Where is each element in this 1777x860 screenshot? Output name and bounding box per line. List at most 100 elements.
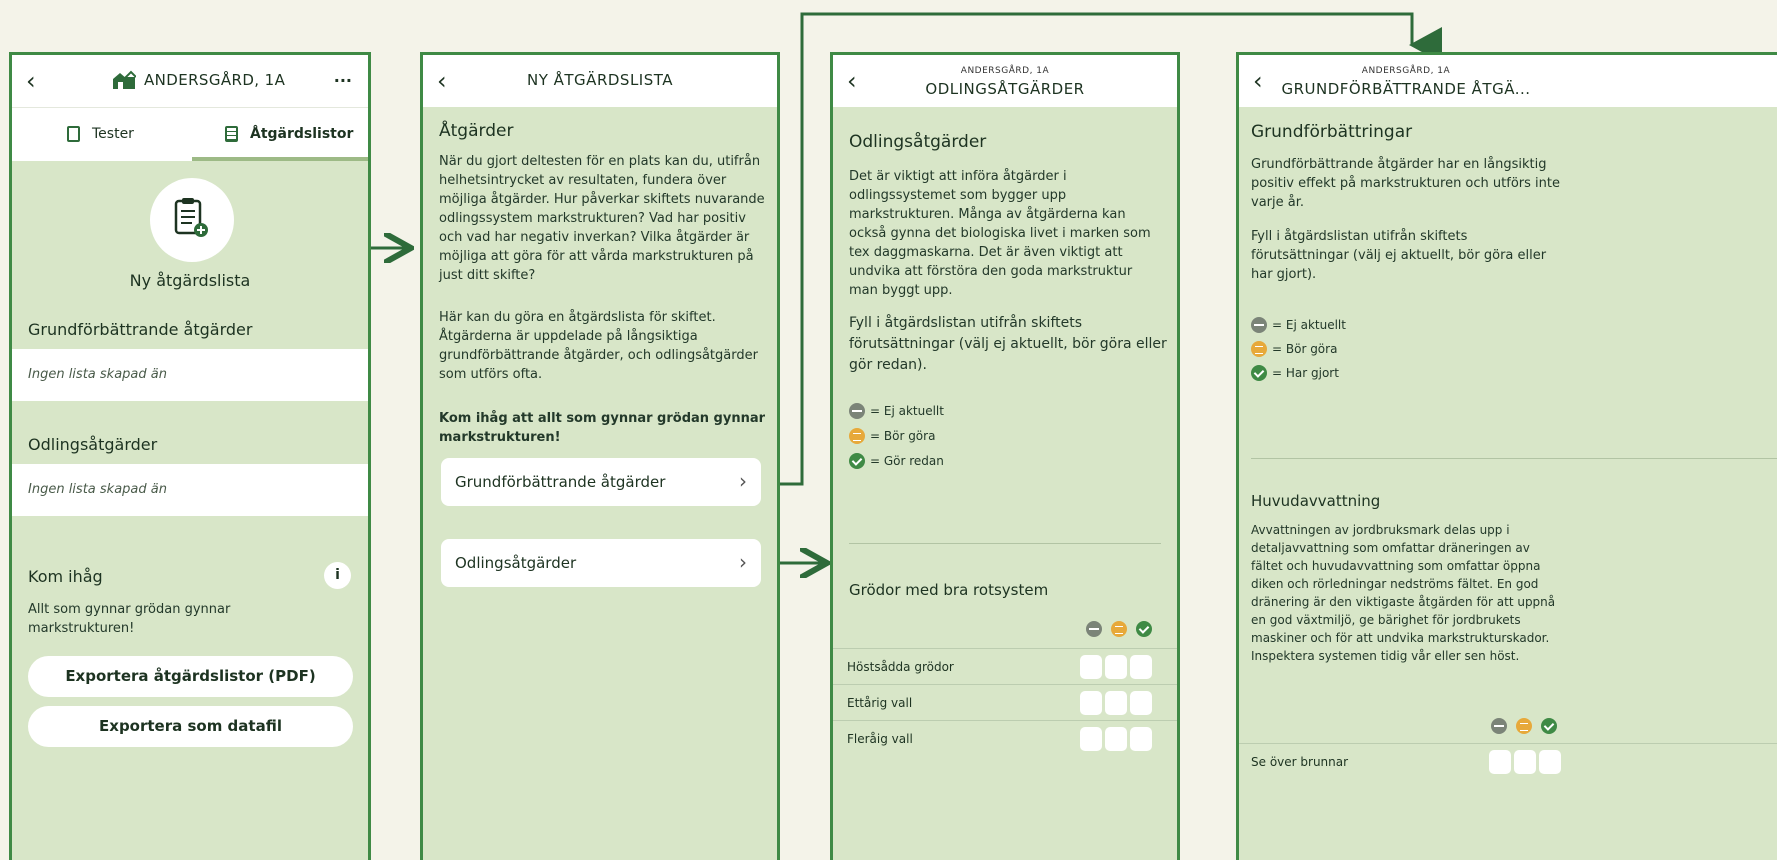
option-box[interactable]: [1105, 691, 1127, 715]
info-paragraph: Här kan du göra en åtgärdslista för skif…: [439, 308, 758, 384]
text-line: odlingssystemet som bygger upp: [849, 188, 1067, 203]
text-line: Grundförbättrande åtgärder har en långsi…: [1251, 157, 1547, 172]
option-box[interactable]: [1514, 750, 1536, 774]
tab-atgardslistor-label: Åtgärdslistor: [250, 126, 354, 142]
remember-text-1: Allt som gynnar grödan gynnar: [28, 602, 231, 617]
heading: Åtgärder: [439, 121, 514, 141]
legend-label: = Bör göra: [1272, 342, 1338, 356]
page-title: GRUNDFÖRBÄTTRANDE ÅTGÄ...: [1281, 80, 1531, 98]
legend-label: = Har gjort: [1272, 366, 1339, 380]
legend-label: = Gör redan: [870, 454, 944, 468]
back-icon[interactable]: ‹: [26, 67, 36, 95]
empty-list-odling: Ingen lista skapad än: [12, 464, 368, 516]
legend-label: = Ej aktuellt: [1272, 318, 1346, 332]
check-icon: [1251, 365, 1267, 381]
chevron-right-icon: ›: [739, 469, 747, 493]
text-line: förutsättningar (välj ej aktuellt, bör g…: [849, 336, 1167, 352]
section-paragraph: Avvattningen av jordbruksmark delas upp …: [1251, 521, 1555, 665]
list-icon: [225, 126, 238, 142]
row-label: Ettårig vall: [847, 696, 913, 710]
option-box[interactable]: [1080, 655, 1102, 679]
check-icon: [1541, 718, 1557, 734]
option-box[interactable]: [1130, 691, 1152, 715]
page-title: ANDERSGÅRD, 1A: [144, 71, 286, 89]
table-row: Ettårig vall: [833, 684, 1177, 720]
grund-atgarder-button[interactable]: Grundförbättrande åtgärder ›: [441, 458, 761, 506]
info-icon[interactable]: i: [324, 562, 351, 589]
not-applicable-icon: [1086, 621, 1102, 637]
should-do-icon: [1251, 341, 1267, 357]
not-applicable-icon: [849, 403, 865, 419]
header: ‹ ANDERSGÅRD, 1A GRUNDFÖRBÄTTRANDE ÅTGÄ.…: [1239, 55, 1777, 107]
text-line: detaljavvattning som omfattar dräneringe…: [1251, 541, 1530, 555]
option-box[interactable]: [1130, 727, 1152, 751]
legend-bor-gora: = Bör göra: [1251, 341, 1337, 357]
option-box[interactable]: [1130, 655, 1152, 679]
text-line: undvika att förstöra den goda markstrukt…: [849, 264, 1133, 279]
option-box[interactable]: [1080, 727, 1102, 751]
intro-paragraph: Det är viktigt att införa åtgärder i odl…: [849, 167, 1151, 300]
remember-text-2: markstrukturen!: [28, 621, 135, 636]
screen-grundforbattringar: ‹ ANDERSGÅRD, 1A GRUNDFÖRBÄTTRANDE ÅTGÄ.…: [1236, 52, 1777, 860]
text-line: grundförbättrande åtgärder, och odlingså…: [439, 348, 758, 363]
text-line: Inspektera systemen tidig vår eller sen …: [1251, 649, 1520, 663]
option-box[interactable]: [1539, 750, 1561, 774]
page-title: NY ÅTGÄRDSLISTA: [526, 71, 673, 89]
text-line: diken och rörledningar nedströms fältet.…: [1251, 577, 1539, 591]
header: ‹ NY ÅTGÄRDSLISTA: [423, 55, 777, 107]
option-box[interactable]: [1105, 727, 1127, 751]
text-line: dränering är den viktigaste åtgärden för…: [1251, 595, 1556, 609]
export-data-button[interactable]: Exportera som datafil: [28, 706, 353, 747]
empty-list-grund: Ingen lista skapad än: [12, 349, 368, 401]
instruction-paragraph: Fyll i åtgärdslistan utifrån skiftets fö…: [849, 313, 1167, 376]
divider: [849, 543, 1161, 544]
text-line: förutsättningar (välj ej aktuellt, bör g…: [1251, 248, 1547, 263]
section-title-grund: Grundförbättrande åtgärder: [28, 320, 253, 339]
header: ‹ ANDERSGÅRD, 1A ···: [12, 55, 368, 107]
text-line: När du gjort deltesten för en plats kan …: [439, 154, 761, 169]
text-line: har gjort).: [1251, 267, 1317, 282]
page-title: ODLINGSÅTGÄRDER: [925, 80, 1085, 98]
farm-icon: [113, 70, 136, 89]
option-box[interactable]: [1489, 750, 1511, 774]
row-label: Se över brunnar: [1251, 755, 1349, 769]
table-row: Se över brunnar: [1239, 743, 1777, 779]
odlingsatgarder-button[interactable]: Odlingsåtgärder ›: [441, 539, 761, 587]
option-box[interactable]: [1105, 655, 1127, 679]
remember-title: Kom ihåg: [28, 567, 103, 586]
new-list-icon: [174, 198, 208, 237]
text-line: Kom ihåg att allt som gynnar grödan gynn…: [439, 411, 766, 426]
tab-bar: Tester Åtgärdslistor: [12, 107, 368, 161]
text-line: just ditt skifte?: [439, 268, 536, 283]
tab-tester[interactable]: Tester: [67, 126, 134, 142]
empty-text: Ingen lista skapad än: [28, 367, 167, 382]
should-do-icon: [1516, 718, 1532, 734]
new-list-label: Ny åtgärdslista: [129, 271, 251, 290]
screen-new-list: ‹ NY ÅTGÄRDSLISTA Åtgärder När du gjort …: [420, 52, 780, 860]
not-applicable-icon: [1251, 317, 1267, 333]
divider: [1251, 458, 1777, 459]
more-menu-icon[interactable]: ···: [334, 71, 352, 90]
clipboard-check-icon: [67, 126, 80, 142]
text-line: som utförs ofta.: [439, 367, 543, 382]
heading: Grundförbättringar: [1251, 122, 1413, 142]
option-box[interactable]: [1080, 691, 1102, 715]
intro-paragraph: När du gjort deltesten för en plats kan …: [439, 152, 765, 285]
text-line: en god växtmiljö, ge bärighet för jordbr…: [1251, 613, 1521, 627]
heading: Odlingsåtgärder: [849, 132, 987, 152]
button-label: Odlingsåtgärder: [455, 554, 577, 572]
column-icons: [1086, 621, 1152, 637]
tab-active-indicator: [192, 157, 368, 161]
new-list-button[interactable]: [150, 178, 234, 262]
section-title: Huvudavvattning: [1251, 492, 1381, 510]
text-line: positiv effekt på markstrukturen och utf…: [1251, 176, 1560, 191]
export-pdf-button[interactable]: Exportera åtgärdslistor (PDF): [28, 656, 353, 697]
tab-atgardslistor[interactable]: Åtgärdslistor: [225, 126, 353, 142]
instruction-paragraph: Fyll i åtgärdslistan utifrån skiftets fö…: [1251, 227, 1546, 284]
text-line: odlingssystem markstrukturen? Vad har po…: [439, 211, 746, 226]
table-row: Fleråig vall: [833, 720, 1177, 756]
text-line: markstrukturen. Många av åtgärderna kan: [849, 207, 1126, 222]
check-icon: [1136, 621, 1152, 637]
check-icon: [849, 453, 865, 469]
text-line: Fyll i åtgärdslistan utifrån skiftets: [1251, 229, 1468, 244]
